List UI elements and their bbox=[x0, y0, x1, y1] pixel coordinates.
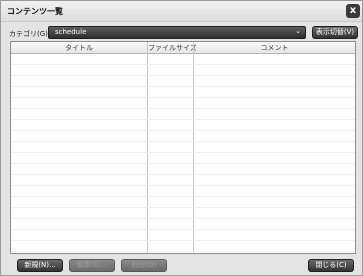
column-header-title[interactable]: タイトル bbox=[11, 43, 147, 53]
row-separator bbox=[11, 218, 355, 219]
column-divider[interactable] bbox=[147, 42, 148, 253]
row-separator bbox=[11, 185, 355, 186]
column-divider[interactable] bbox=[193, 42, 194, 253]
row-separator bbox=[11, 64, 355, 65]
window-title: コンテンツ一覧 bbox=[7, 7, 63, 16]
row-separator bbox=[11, 163, 355, 164]
row-separator bbox=[11, 108, 355, 109]
category-select[interactable]: schedule ⌄ bbox=[48, 26, 306, 39]
title-bar[interactable]: コンテンツ一覧 x bbox=[1, 1, 362, 22]
table-header: タイトル ファイルサイズ コメント bbox=[11, 42, 355, 54]
row-separator bbox=[11, 196, 355, 197]
category-selected-value: schedule bbox=[55, 28, 87, 36]
chevron-down-icon: ⌄ bbox=[295, 27, 301, 35]
row-separator bbox=[11, 152, 355, 153]
row-separator bbox=[11, 130, 355, 131]
row-separator bbox=[11, 174, 355, 175]
content-list-window: コンテンツ一覧 x カテゴリ(G) schedule ⌄ 表示切替(V) タイト… bbox=[0, 0, 363, 276]
column-header-comment[interactable]: コメント bbox=[194, 43, 355, 53]
new-button[interactable]: 新規(N)... bbox=[17, 259, 63, 272]
close-icon[interactable]: x bbox=[346, 4, 360, 18]
display-toggle-button[interactable]: 表示切替(V) bbox=[312, 26, 358, 39]
close-button[interactable]: 閉じる(C) bbox=[308, 259, 354, 272]
row-separator bbox=[11, 207, 355, 208]
edit-button[interactable]: 編集(E)... bbox=[69, 259, 115, 272]
column-header-filesize[interactable]: ファイルサイズ bbox=[148, 43, 197, 53]
row-separator bbox=[11, 229, 355, 230]
row-separator bbox=[11, 119, 355, 120]
row-separator bbox=[11, 86, 355, 87]
row-separator bbox=[11, 97, 355, 98]
row-separator bbox=[11, 240, 355, 241]
category-label: カテゴリ(G) bbox=[9, 30, 48, 38]
row-separator bbox=[11, 75, 355, 76]
delete-button[interactable]: 削除(D) bbox=[121, 259, 167, 272]
content-table[interactable]: タイトル ファイルサイズ コメント bbox=[10, 41, 356, 254]
row-separator bbox=[11, 251, 355, 252]
row-separator bbox=[11, 141, 355, 142]
